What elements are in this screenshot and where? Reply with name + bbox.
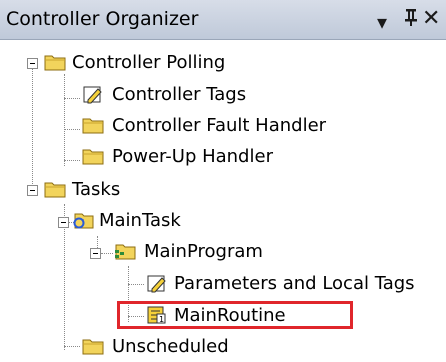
folder-icon (82, 336, 104, 356)
tree-item-label: Controller Tags (112, 84, 247, 105)
tree-item-label: Parameters and Local Tags (174, 273, 415, 294)
collapse-toggle-mainprogram[interactable] (90, 248, 101, 259)
program-folder-icon (114, 241, 136, 261)
collapse-toggle-maintask[interactable] (58, 217, 69, 228)
tree-item-label: MainProgram (144, 241, 263, 262)
collapse-toggle-tasks[interactable] (27, 185, 38, 196)
tree-item-label: Power-Up Handler (112, 146, 273, 167)
tag-edit-icon (82, 84, 104, 104)
tree-item-label: Controller Fault Handler (112, 115, 327, 136)
folder-icon (44, 179, 66, 199)
task-folder-icon (72, 210, 94, 230)
tag-edit-icon (146, 273, 168, 293)
folder-icon (44, 52, 66, 72)
tree-item-label: Controller Polling (72, 52, 226, 73)
tree-item-label: Tasks (72, 179, 121, 200)
folder-icon (82, 146, 104, 166)
folder-icon (82, 115, 104, 135)
collapse-toggle-controller-polling[interactable] (27, 58, 38, 69)
close-icon[interactable]: ✕ (422, 6, 440, 32)
panel-title: Controller Organizer (6, 8, 199, 30)
dropdown-icon[interactable]: ▾ (377, 9, 387, 35)
pin-icon[interactable] (403, 6, 419, 34)
controller-tree: Controller Polling Controller Tags Contr… (0, 40, 446, 357)
panel-titlebar: Controller Organizer ▾ ✕ (0, 0, 446, 40)
highlight-box (117, 301, 353, 329)
tree-item-label: MainTask (99, 210, 181, 231)
tree-item-label: Unscheduled (112, 336, 229, 357)
